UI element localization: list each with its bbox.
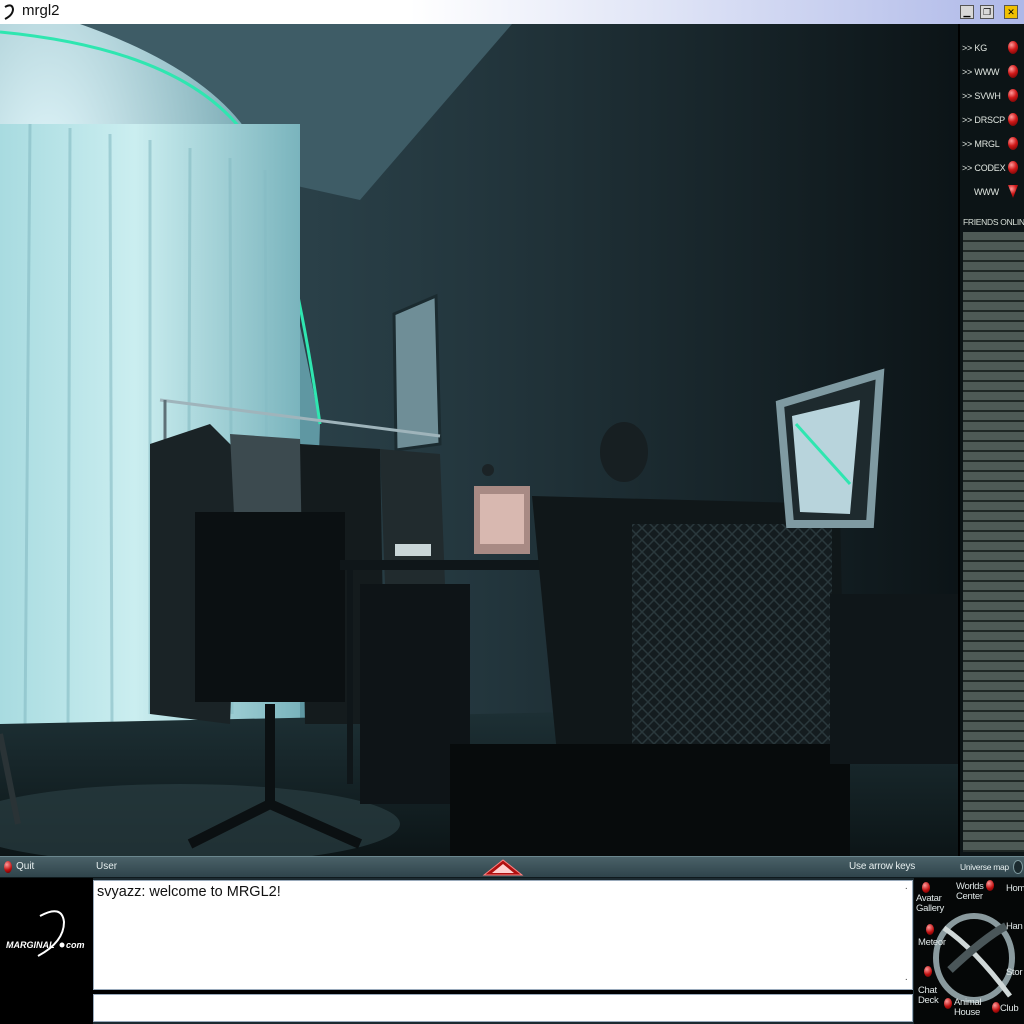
gem-icon [922,882,930,893]
chat-log[interactable]: svyazz: welcome to MRGL2! · · [93,880,913,990]
sidebar-item-kg[interactable]: >> KG [960,36,1024,60]
up-arrow-icon[interactable] [482,858,524,876]
window-title: mrgl2 [22,2,60,19]
map-link-chat-deck[interactable]: Chat Deck [918,986,939,1006]
title-bar[interactable]: mrgl2 ▁ ❐ ✕ [0,0,1024,25]
sidebar-item-label: >> MRGL [962,139,1000,149]
3d-scene-viewport[interactable] [0,24,958,856]
map-link-hand[interactable]: Han [1006,922,1023,932]
sidebar-item-label: WWW [974,187,999,197]
quit-gem-icon[interactable] [4,861,12,873]
universe-map-toggle[interactable] [1013,860,1023,874]
sidebar-item-mrgl[interactable]: >> MRGL [960,132,1024,156]
logo-text: MARGINAL [6,940,55,950]
app-window: mrgl2 ▁ ❐ ✕ >> KG >> WWW >> SVWH >> DRSC… [0,0,1024,1024]
sidebar-nav: >> KG >> WWW >> SVWH >> DRSCP >> MRGL >>… [960,36,1024,204]
red-gem-icon [1008,113,1018,126]
chat-message: svyazz: welcome to MRGL2! [97,884,281,900]
sidebar-item-codex[interactable]: >> CODEX [960,156,1024,180]
friends-online-label: FRIENDS ONLINE: [963,217,1024,227]
scroll-up-indicator[interactable]: · [905,883,908,894]
map-link-animal-house[interactable]: Animal House [954,998,982,1018]
sidebar-item-www[interactable]: >> WWW [960,60,1024,84]
gem-icon [992,1002,1000,1013]
friends-online-list[interactable] [963,232,1024,852]
app-logo-icon [4,4,15,20]
red-gem-icon [1008,41,1018,54]
chat-input-field[interactable] [93,994,913,1022]
marginal-logo-panel[interactable]: MARGINAL com [0,878,93,1024]
sidebar-item-www-dropdown[interactable]: WWW [960,180,1024,204]
sidebar-item-drscp[interactable]: >> DRSCP [960,108,1024,132]
sidebar-item-svwh[interactable]: >> SVWH [960,84,1024,108]
map-link-club[interactable]: Club [1000,1004,1019,1014]
map-link-worlds-center[interactable]: Worlds Center [956,882,984,902]
sidebar-item-label: >> SVWH [962,91,1001,101]
universe-map-label: Universe map [960,862,1009,872]
scroll-down-indicator[interactable]: · [905,974,908,985]
red-gem-icon [1008,65,1018,78]
logo-suffix: com [66,940,85,950]
room-scene-image [0,24,958,856]
gem-icon [986,880,994,891]
map-link-avatar-gallery[interactable]: Avatar Gallery [916,894,944,914]
chevron-down-icon [1008,185,1018,198]
minimize-button[interactable]: ▁ [960,5,974,19]
right-sidebar: >> KG >> WWW >> SVWH >> DRSCP >> MRGL >>… [958,24,1024,856]
map-link-home[interactable]: Hom [1006,884,1024,894]
red-gem-icon [1008,89,1018,102]
red-gem-icon [1008,161,1018,174]
sidebar-item-label: >> DRSCP [962,115,1005,125]
map-link-store[interactable]: Stor [1006,968,1023,978]
marginal-logo-icon: MARGINAL com [6,910,85,957]
sidebar-item-label: >> KG [962,43,988,53]
red-gem-icon [1008,137,1018,150]
map-link-meteor[interactable]: Meteor [918,938,946,948]
sidebar-item-label: >> CODEX [962,163,1006,173]
maximize-button[interactable]: ❐ [980,5,994,19]
status-bar: Quit User Use arrow keys Universe map [0,856,1024,878]
user-menu[interactable]: User [96,861,117,872]
quit-button[interactable]: Quit [16,861,34,872]
sidebar-item-label: >> WWW [962,67,1000,77]
gem-icon [944,998,952,1009]
gem-icon [926,924,934,935]
navigation-hint: Use arrow keys [849,861,916,872]
gem-icon [924,966,932,977]
close-button[interactable]: ✕ [1004,5,1018,19]
worlds-map-panel[interactable]: Worlds Center Avatar Gallery Meteor Chat… [914,878,1024,1024]
